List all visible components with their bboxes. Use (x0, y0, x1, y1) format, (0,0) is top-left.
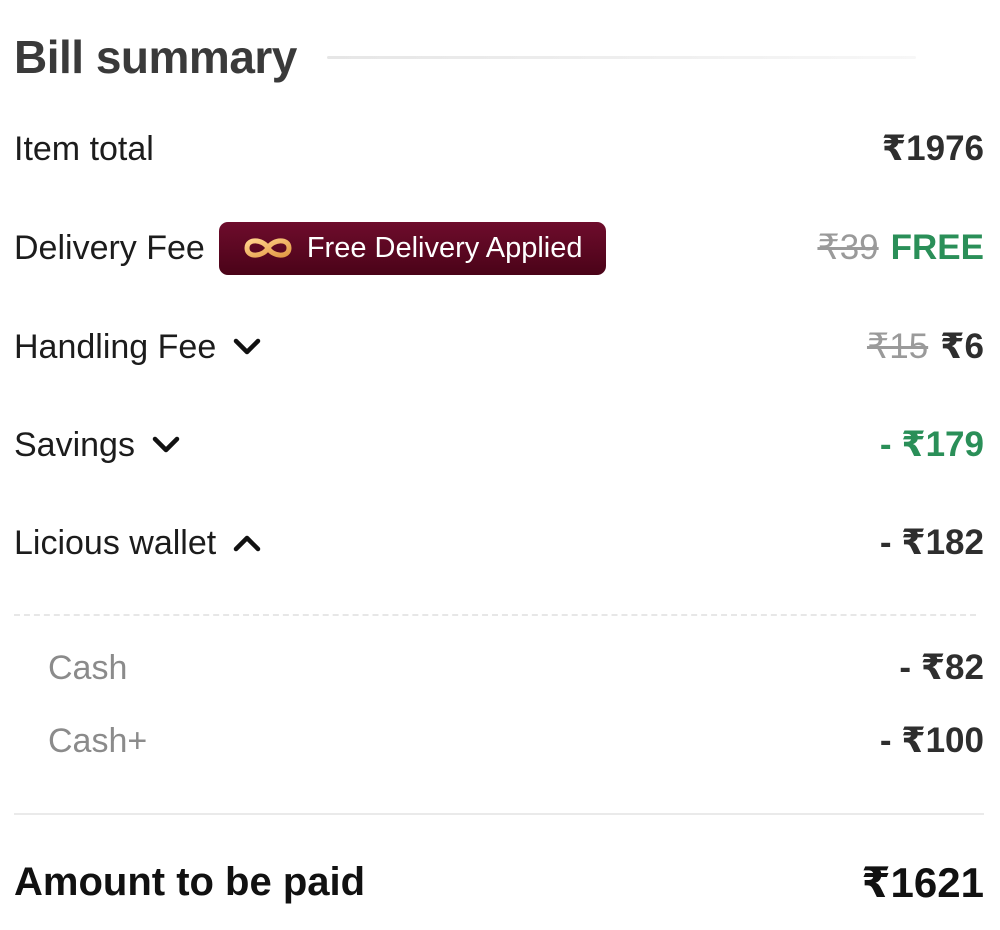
chevron-up-icon[interactable] (232, 528, 262, 558)
delivery-fee-label-group: Delivery Fee Free Delivery Applied (14, 221, 607, 275)
handling-fee-original: ₹15 (866, 327, 929, 366)
amount-to-pay-row: Amount to be paid ₹1621 (14, 852, 984, 912)
savings-toggle[interactable]: Savings (14, 426, 181, 465)
wallet-label: Licious wallet (14, 523, 217, 562)
title-divider (326, 55, 916, 59)
item-total-label: Item total (14, 129, 154, 168)
wallet-cash-value: - ₹82 (899, 648, 984, 687)
delivery-fee-label: Delivery Fee (14, 228, 205, 267)
savings-value: - ₹179 (879, 425, 984, 464)
bill-summary-header: Bill summary (14, 22, 986, 92)
free-delivery-badge: Free Delivery Applied (218, 221, 607, 275)
handling-fee-value: ₹6 (940, 327, 984, 366)
handling-fee-toggle[interactable]: Handling Fee (14, 328, 262, 367)
savings-label: Savings (14, 425, 135, 464)
item-total-row: Item total ₹1976 (14, 119, 984, 179)
delivery-fee-original: ₹39 (817, 228, 879, 267)
wallet-value: - ₹182 (879, 523, 984, 562)
savings-row[interactable]: Savings - ₹179 (14, 415, 984, 475)
handling-fee-value-group: ₹15 ₹6 (867, 327, 984, 367)
handling-fee-label: Handling Fee (14, 327, 217, 366)
amount-to-pay-value: ₹1621 (861, 858, 984, 906)
total-divider (14, 813, 984, 815)
free-delivery-badge-text: Free Delivery Applied (306, 231, 583, 264)
delivery-fee-value-group: ₹39 FREE (817, 228, 984, 268)
wallet-toggle[interactable]: Licious wallet (14, 524, 262, 563)
chevron-down-icon[interactable] (151, 430, 181, 460)
page-title: Bill summary (14, 31, 297, 83)
wallet-cash-plus-label: Cash+ (48, 721, 148, 760)
infinity-icon (241, 234, 295, 262)
chevron-down-icon[interactable] (232, 332, 262, 362)
bill-summary-card: Bill summary Item total ₹1976 Delivery F… (0, 0, 1000, 930)
wallet-row[interactable]: Licious wallet - ₹182 (14, 513, 984, 573)
wallet-subitem: Cash - ₹82 (48, 643, 984, 693)
delivery-fee-row: Delivery Fee Free Delivery Applied ₹39 F… (14, 218, 984, 278)
wallet-cash-label: Cash (48, 648, 128, 687)
wallet-cash-plus-value: - ₹100 (879, 721, 984, 760)
handling-fee-row[interactable]: Handling Fee ₹15 ₹6 (14, 317, 984, 377)
item-total-value: ₹1976 (881, 129, 984, 168)
wallet-subitem: Cash+ - ₹100 (48, 716, 984, 766)
wallet-divider (14, 614, 976, 616)
amount-to-pay-label: Amount to be paid (14, 859, 366, 904)
delivery-fee-value: FREE (890, 228, 984, 267)
